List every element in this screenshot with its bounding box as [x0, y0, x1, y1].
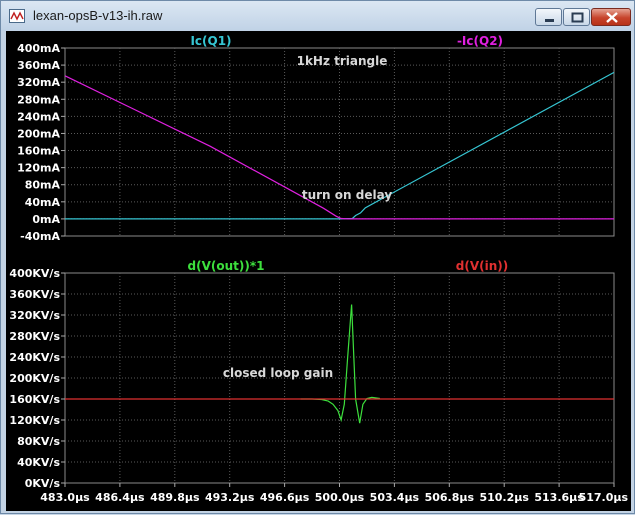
- x-tick-label: 489.8µs: [150, 491, 200, 504]
- close-button[interactable]: [591, 8, 631, 26]
- annotation-1khz-triangle: 1kHz triangle: [297, 54, 388, 68]
- maximize-button[interactable]: [563, 8, 590, 26]
- plot-area[interactable]: 400mA 360mA 320mA 280mA 240mA 200mA 160mA 120mA…: [6, 31, 631, 511]
- y-tick-label: 320mA: [17, 76, 60, 89]
- y-tick-label: 400KV/s: [9, 267, 60, 280]
- y-tick-label: 280KV/s: [9, 330, 60, 343]
- x-tick-label: 517.0µs: [579, 491, 629, 504]
- x-tick-label: 486.4µs: [95, 491, 145, 504]
- y-tick-label: 0KV/s: [25, 477, 61, 490]
- waveform-plot[interactable]: 400mA 360mA 320mA 280mA 240mA 200mA 160mA 120mA…: [6, 31, 631, 511]
- title-bar[interactable]: lexan-opsB-v13-ih.raw: [1, 1, 634, 31]
- y-tick-label: 160KV/s: [9, 393, 60, 406]
- y-tick-label: 360KV/s: [9, 288, 60, 301]
- legend-dv-in: d(V(in)): [456, 259, 508, 273]
- y-tick-label: 200KV/s: [9, 372, 60, 385]
- window-title: lexan-opsB-v13-ih.raw: [33, 8, 163, 23]
- legend-dv-out: d(V(out))*1: [188, 259, 265, 273]
- y-tick-label: -40mA: [20, 230, 60, 243]
- x-tick-label: 503.4µs: [370, 491, 420, 504]
- y-tick-label: 280mA: [17, 93, 60, 106]
- close-icon: [606, 12, 618, 23]
- y-tick-label: 120KV/s: [9, 414, 60, 427]
- annotation-closed-loop-gain: closed loop gain: [223, 366, 333, 380]
- y-tick-label: 80KV/s: [17, 435, 60, 448]
- annotation-turn-on-delay: turn on delay: [302, 188, 392, 202]
- y-tick-label: 80mA: [25, 179, 61, 192]
- x-tick-label: 510.2µs: [479, 491, 529, 504]
- y-tick-label: 0mA: [32, 213, 60, 226]
- y-tick-label: 40KV/s: [17, 456, 60, 469]
- minimize-button[interactable]: [535, 8, 562, 26]
- legend-ic-q2: -Ic(Q2): [457, 34, 503, 48]
- y-tick-label: 360mA: [17, 59, 60, 72]
- x-tick-label: 500.0µs: [315, 491, 365, 504]
- waveform-app-icon: [9, 9, 25, 23]
- y-tick-label: 320KV/s: [9, 309, 60, 322]
- y-tick-label: 200mA: [17, 127, 60, 140]
- y-tick-label: 40mA: [25, 196, 61, 209]
- x-tick-label: 506.8µs: [425, 491, 475, 504]
- legend-ic-q1: Ic(Q1): [190, 34, 231, 48]
- x-tick-label: 483.0µs: [40, 491, 90, 504]
- minimize-icon: [545, 19, 554, 22]
- y-tick-label: 400mA: [17, 42, 60, 55]
- y-tick-label: 120mA: [17, 162, 60, 175]
- waveform-viewer-window: lexan-opsB-v13-ih.raw 400mA 360mA 320mA 280…: [0, 0, 635, 514]
- y-tick-label: 240KV/s: [9, 351, 60, 364]
- x-tick-label: 493.2µs: [205, 491, 255, 504]
- x-tick-label: 513.6µs: [534, 491, 584, 504]
- maximize-icon: [571, 12, 584, 23]
- x-tick-label: 496.6µs: [260, 491, 310, 504]
- y-tick-label: 160mA: [17, 145, 60, 158]
- trace-d-v-out-1[interactable]: [300, 304, 380, 424]
- y-tick-label: 240mA: [17, 110, 60, 123]
